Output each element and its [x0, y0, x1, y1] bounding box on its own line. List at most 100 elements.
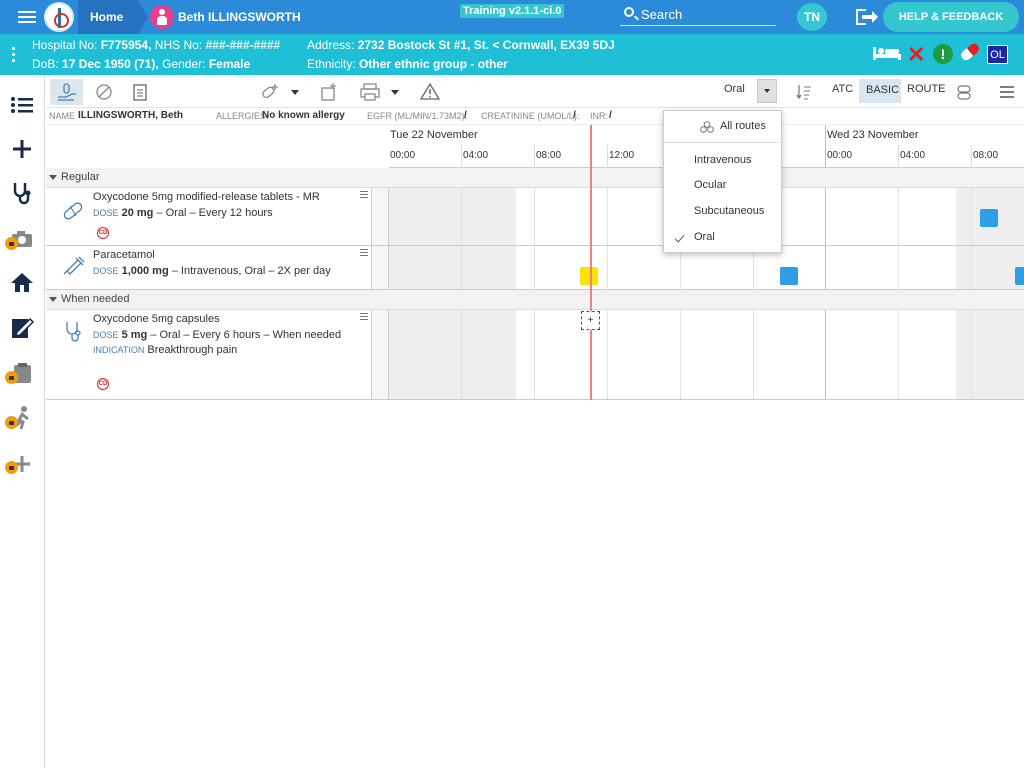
scheduled-dose-marker[interactable] [980, 209, 998, 227]
close-x-icon[interactable]: ✕ [907, 42, 925, 68]
hamburger-menu-icon[interactable] [18, 11, 36, 23]
menu-item-intravenous[interactable]: Intravenous [664, 149, 783, 173]
dose-label: DOSE [93, 330, 119, 340]
dose-detail: – Oral – Every 6 hours – When needed [147, 329, 342, 341]
dose-amount: 1,000 mg [121, 265, 169, 277]
sort-icon[interactable] [794, 79, 814, 105]
creatinine-value: / [573, 110, 576, 121]
search-input[interactable]: Search [620, 4, 776, 26]
address-label: Address: [307, 38, 355, 52]
menu-item-oral[interactable]: Oral [664, 226, 783, 250]
due-dose-marker[interactable] [580, 267, 598, 285]
menu-item-label: Subcutaneous [694, 205, 765, 217]
print-dropdown-icon[interactable] [390, 79, 400, 105]
list-icon[interactable] [8, 91, 36, 119]
all-routes-icon [700, 121, 714, 133]
allergies-label: ALLERGIES: [216, 111, 269, 121]
route-filter-dropdown-button[interactable] [757, 79, 777, 103]
group-capsules-icon[interactable] [954, 79, 974, 105]
menu-item-label: Ocular [694, 179, 727, 191]
patient-address: Address: 2732 Bostock St #1, St. < Cornw… [307, 38, 615, 52]
cancel-pill-icon[interactable] [92, 79, 116, 105]
patient-ethnicity: Ethnicity: Other ethnic group - other [307, 57, 508, 71]
patient-ids: Hospital No: F775954, NHS No: ###-###-##… [32, 38, 280, 52]
stethoscope-icon[interactable] [8, 179, 36, 207]
lock-icon [5, 416, 18, 429]
female-patient-icon [150, 5, 174, 29]
nhs-no: ###-###-#### [205, 38, 281, 52]
patient-menu-icon[interactable] [12, 47, 16, 63]
ol-badge[interactable]: OL [987, 45, 1008, 64]
patient-name[interactable]: Beth ILLINGSWORTH [178, 10, 301, 24]
empty-chart-area [46, 400, 1024, 768]
dose-label: DOSE [93, 266, 119, 276]
inr-value: / [609, 110, 612, 121]
basic-view-button[interactable]: BASIC [859, 79, 901, 103]
indication-label: INDICATION [93, 345, 145, 355]
chart-toolbar: Oral ATC BASIC ROUTE [46, 75, 1024, 108]
medication-dose: DOSE 5 mg – Oral – Every 6 hours – When … [93, 328, 353, 358]
lock-icon [5, 371, 18, 384]
logout-icon[interactable] [856, 9, 878, 25]
egfr-label: EGFR (ML/MIN/1.73M2): [367, 111, 468, 121]
add-medication-dropdown-icon[interactable] [290, 79, 300, 105]
menu-item-all-routes[interactable]: All routes [664, 115, 783, 139]
menu-item-ocular[interactable]: Ocular [664, 174, 783, 198]
user-avatar[interactable]: TN [797, 3, 827, 31]
hand-medication-icon [58, 83, 76, 101]
lock-icon [5, 461, 18, 474]
gender-label: Gender: [162, 57, 206, 71]
atc-view-button[interactable]: ATC [832, 83, 853, 95]
medication-row[interactable]: Paracetamol DOSE 1,000 mg – Intravenous,… [46, 246, 1024, 290]
route-filter-value[interactable]: Oral [724, 83, 745, 95]
section-label: When needed [61, 293, 130, 305]
medication-row[interactable]: Oxycodone 5mg capsules DOSE 5 mg – Oral … [46, 310, 1024, 400]
edit-document-icon[interactable] [8, 314, 36, 342]
add-order-icon[interactable] [318, 79, 340, 105]
add-icon[interactable] [8, 135, 36, 163]
document-icon[interactable] [130, 79, 150, 105]
dose-detail: – Oral – Every 12 hours [153, 207, 273, 219]
scheduled-dose-marker[interactable] [1015, 267, 1024, 285]
alert-icon[interactable]: ! [933, 44, 953, 64]
day-label: Wed 23 November [827, 129, 919, 141]
medication-row[interactable]: Oxycodone 5mg modified-release tablets -… [46, 188, 1024, 246]
section-when-needed[interactable]: When needed [46, 290, 1024, 310]
print-icon[interactable] [358, 79, 382, 105]
menu-item-subcutaneous[interactable]: Subcutaneous [664, 200, 783, 224]
creatinine-label: CREATININE (UMOL/L): [481, 111, 580, 121]
bed-icon[interactable] [872, 45, 902, 61]
route-view-button[interactable]: ROUTE [907, 83, 946, 95]
hour-label: 12:00 [609, 150, 635, 161]
hour-label: 04:00 [463, 150, 489, 161]
scheduled-dose-marker[interactable] [780, 267, 798, 285]
dose-label: DOSE [93, 208, 119, 218]
home-icon[interactable] [8, 269, 36, 297]
hour-label: 08:00 [973, 150, 999, 161]
controlled-drug-badge: CD [97, 227, 109, 239]
add-dose-button[interactable]: + [581, 311, 600, 330]
collapse-triangle-icon [49, 297, 57, 302]
hospital-no-label: Hospital No: [32, 38, 98, 52]
options-menu-icon[interactable] [998, 79, 1016, 105]
hour-label: 08:00 [536, 150, 562, 161]
help-feedback-button[interactable]: HELP & FEEDBACK [883, 2, 1019, 32]
day-label: Tue 22 November [390, 129, 478, 141]
inr-label: INR: [590, 111, 608, 121]
breadcrumb-home[interactable]: Home [78, 0, 148, 34]
administer-button[interactable] [50, 79, 83, 105]
dose-detail: – Intravenous, Oral – 2X per day [168, 265, 331, 277]
dob-label: DoB: [32, 57, 59, 71]
hospital-no: F775954, [100, 38, 152, 52]
row-menu-icon[interactable] [360, 313, 368, 320]
nhs-no-label: NHS No: [154, 38, 203, 52]
warning-icon[interactable] [418, 79, 442, 105]
basic-view-label: BASIC [866, 84, 900, 96]
search-placeholder: Search [641, 7, 683, 22]
row-menu-icon[interactable] [360, 191, 368, 198]
add-medication-icon[interactable] [258, 79, 282, 105]
row-menu-icon[interactable] [360, 249, 368, 256]
hour-label: 00:00 [390, 150, 416, 161]
lock-icon [5, 237, 18, 250]
section-regular[interactable]: Regular [46, 168, 1024, 188]
